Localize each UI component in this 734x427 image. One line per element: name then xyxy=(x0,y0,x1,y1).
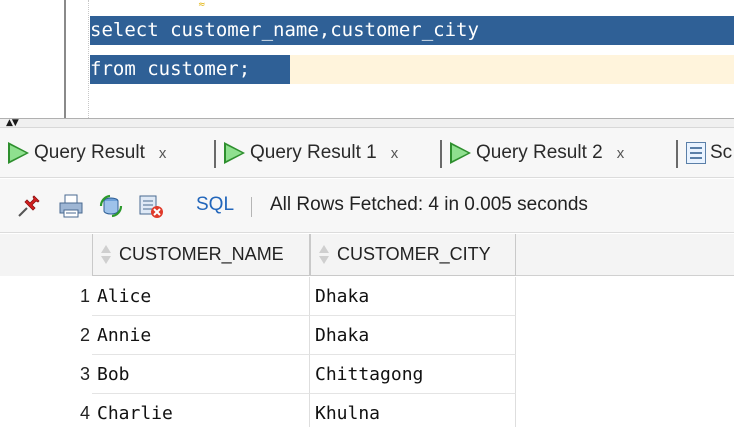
collapse-expand-arrows-icon[interactable]: ▲▼ xyxy=(6,119,19,128)
code-line-1[interactable]: select customer_name,customer_city xyxy=(90,16,479,45)
tab-query-result[interactable]: Query Result x xyxy=(8,128,167,177)
results-grid: CUSTOMER_NAME CUSTOMER_CITY 1 Alice Dhak… xyxy=(0,234,734,427)
fetch-status: All Rows Fetched: 4 in 0.005 seconds xyxy=(270,194,588,215)
clear-icon[interactable] xyxy=(138,193,164,219)
editor-margin-guide xyxy=(88,0,89,118)
column-header-customer-city[interactable]: CUSTOMER_CITY xyxy=(310,234,516,276)
column-header-label: CUSTOMER_CITY xyxy=(337,244,491,264)
column-header-customer-name[interactable]: CUSTOMER_NAME xyxy=(92,234,310,276)
tab-label: Query Result 1 xyxy=(250,142,377,163)
tab-label: Query Result xyxy=(34,142,145,163)
cell-customer-name[interactable]: Charlie xyxy=(92,394,310,427)
cell-customer-name[interactable]: Annie xyxy=(92,316,310,355)
cell-customer-city[interactable]: Dhaka xyxy=(310,277,516,316)
table-row[interactable]: 2 Annie Dhaka xyxy=(0,316,734,355)
run-query-icon xyxy=(8,142,32,164)
tab-divider xyxy=(676,140,678,168)
code-line-2[interactable]: from customer; xyxy=(90,55,250,84)
table-row[interactable]: 3 Bob Chittagong xyxy=(0,355,734,394)
row-number: 1 xyxy=(79,286,90,306)
close-icon[interactable]: x xyxy=(159,145,167,162)
table-row[interactable]: 1 Alice Dhaka xyxy=(0,277,734,316)
tab-query-result-1[interactable]: Query Result 1 x xyxy=(224,128,399,177)
results-tab-bar: Query Result x Query Result 1 x Query Re… xyxy=(0,128,734,178)
close-icon[interactable]: x xyxy=(391,145,399,162)
row-number: 3 xyxy=(79,364,90,384)
tab-script-output[interactable]: Sc xyxy=(686,128,733,177)
row-number: 4 xyxy=(79,403,90,423)
sort-icon[interactable] xyxy=(99,244,113,266)
run-query-icon xyxy=(224,142,248,164)
tab-query-result-2[interactable]: Query Result 2 x xyxy=(450,128,625,177)
editor-gutter-border xyxy=(64,0,66,118)
cell-customer-name[interactable]: Bob xyxy=(92,355,310,394)
current-line-highlight xyxy=(290,55,734,84)
results-toolbar: SQL All Rows Fetched: 4 in 0.005 seconds xyxy=(0,179,734,233)
sort-icon[interactable] xyxy=(317,244,331,266)
close-icon[interactable]: x xyxy=(617,145,625,162)
refresh-icon[interactable] xyxy=(98,193,124,219)
row-number: 2 xyxy=(79,325,90,345)
row-number-header xyxy=(0,234,92,276)
table-row[interactable]: 4 Charlie Khulna xyxy=(0,394,734,427)
panel-splitter[interactable]: ▲▼ xyxy=(0,118,734,128)
cell-customer-city[interactable]: Chittagong xyxy=(310,355,516,394)
pin-icon[interactable] xyxy=(16,193,42,219)
sql-link[interactable]: SQL xyxy=(196,194,234,216)
cell-customer-city[interactable]: Dhaka xyxy=(310,316,516,355)
tab-divider xyxy=(440,140,442,168)
toolbar-divider xyxy=(251,197,252,217)
cell-customer-name[interactable]: Alice xyxy=(92,277,310,316)
tab-label: Query Result 2 xyxy=(476,142,603,163)
warning-squiggle-icon: ≈ xyxy=(198,0,206,10)
tab-label: Sc xyxy=(710,142,733,163)
run-query-icon xyxy=(450,142,474,164)
worksheet-icon xyxy=(686,142,706,164)
tab-divider xyxy=(214,140,216,168)
cell-customer-city[interactable]: Khulna xyxy=(310,394,516,427)
sql-editor[interactable]: ≈ select customer_name,customer_city fro… xyxy=(0,0,734,118)
print-icon[interactable] xyxy=(58,193,84,219)
column-header-label: CUSTOMER_NAME xyxy=(119,244,284,264)
